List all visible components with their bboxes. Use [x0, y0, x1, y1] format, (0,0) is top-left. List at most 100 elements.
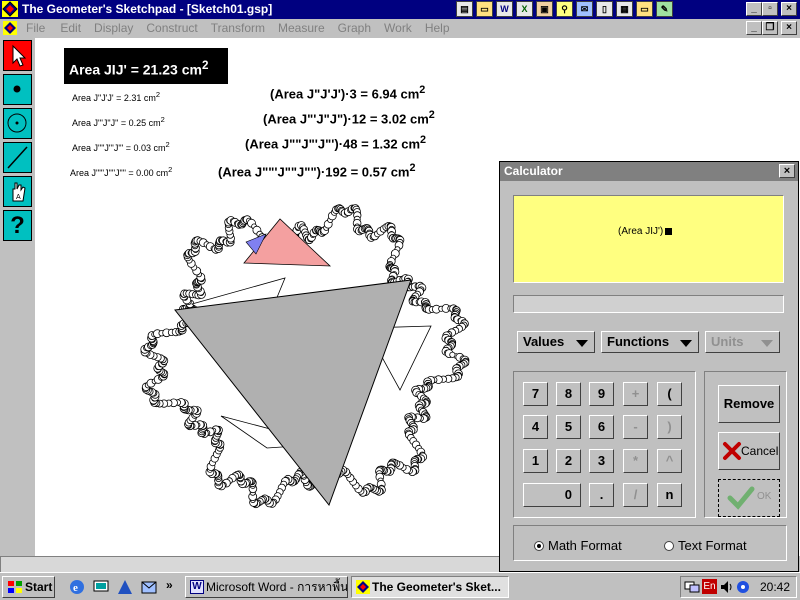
area-measurement-2[interactable]: Area J"'J"J" = 0.25 cm2 — [72, 115, 165, 128]
menu-edit[interactable]: Edit — [60, 21, 81, 35]
menu-transform[interactable]: Transform — [211, 21, 265, 35]
word-icon[interactable]: W — [496, 1, 513, 17]
selection-arrow-tool-icon[interactable] — [3, 40, 32, 71]
key-plus[interactable]: + — [623, 382, 648, 406]
main-area-measurement[interactable]: Area JIJ' = 21.23 cm2 — [64, 48, 228, 84]
excel-icon[interactable]: X — [516, 1, 533, 17]
key-open-paren[interactable]: ( — [657, 382, 682, 406]
area-measurement-3[interactable]: Area J""J"'J"' = 0.03 cm2 — [72, 140, 170, 153]
point-tool-icon[interactable] — [3, 74, 32, 105]
radio-unselected-icon — [664, 540, 674, 551]
key-decimal[interactable]: . — [589, 483, 614, 507]
key-0[interactable]: 0 — [523, 483, 581, 507]
key-5[interactable]: 5 — [556, 415, 581, 439]
menu-measure[interactable]: Measure — [278, 21, 325, 35]
open-folder-icon[interactable]: ▭ — [476, 1, 493, 17]
key-3[interactable]: 3 — [589, 449, 614, 473]
key-multiply[interactable]: * — [623, 449, 648, 473]
key-minus[interactable]: - — [623, 415, 648, 439]
minimize-button[interactable]: _ — [746, 2, 762, 16]
expression-text: (Area JIJ') — [618, 226, 664, 237]
menu-work[interactable]: Work — [384, 21, 412, 35]
key-2[interactable]: 2 — [556, 449, 581, 473]
doc-close-button[interactable]: × — [781, 21, 797, 35]
window-title-bar[interactable]: The Geometer's Sketchpad - [Sketch01.gsp… — [0, 0, 800, 19]
document-icon[interactable]: ▯ — [596, 1, 613, 17]
language-indicator[interactable]: En — [702, 579, 717, 594]
doc-restore-button[interactable]: ❐ — [762, 21, 778, 35]
cancel-button[interactable]: Cancel — [718, 432, 780, 470]
key-n[interactable]: n — [657, 483, 682, 507]
window-title: The Geometer's Sketchpad - [Sketch01.gsp… — [22, 2, 273, 16]
computed-measurement-4[interactable]: (Area J""'J""J"")·192 = 0.57 cm2 — [218, 162, 416, 179]
sketchpad-app-icon — [2, 1, 18, 17]
folder-icon[interactable]: ▭ — [636, 1, 653, 17]
units-dropdown[interactable]: Units — [705, 331, 780, 353]
search-icon[interactable]: ⚲ — [556, 1, 573, 17]
math-format-radio[interactable]: Math Format — [534, 538, 622, 553]
menu-help[interactable]: Help — [425, 21, 450, 35]
start-button[interactable]: Start — [2, 576, 55, 598]
straightedge-tool-icon[interactable] — [3, 142, 32, 173]
calculator-title-bar[interactable]: Calculator × — [500, 162, 798, 181]
remove-button[interactable]: Remove — [718, 385, 780, 423]
key-4[interactable]: 4 — [523, 415, 548, 439]
area-exponent-2: 2 — [160, 115, 165, 124]
network-icon[interactable] — [684, 580, 700, 594]
menu-display[interactable]: Display — [94, 21, 133, 35]
calculator-icon[interactable]: ▦ — [616, 1, 633, 17]
close-button[interactable]: × — [781, 2, 797, 16]
ok-button[interactable]: OK — [718, 479, 780, 517]
key-power[interactable]: ^ — [657, 449, 682, 473]
text-format-radio[interactable]: Text Format — [664, 538, 747, 553]
functions-dropdown[interactable]: Functions — [601, 331, 699, 353]
clock: 20:42 — [759, 580, 790, 594]
calculator-dialog: Calculator × (Area JIJ') Values Function… — [499, 161, 799, 572]
area-exponent-1: 2 — [155, 90, 161, 99]
help-tool-icon[interactable]: ? — [3, 210, 32, 241]
menu-graph[interactable]: Graph — [338, 21, 371, 35]
computed-exponent-2: 2 — [428, 109, 435, 121]
calculator-close-icon[interactable]: × — [779, 164, 795, 178]
channel-icon[interactable] — [116, 578, 134, 596]
speaker-status-icon[interactable] — [736, 580, 750, 594]
ie-icon[interactable]: e — [68, 578, 86, 596]
paint-icon[interactable]: ✎ — [656, 1, 673, 17]
area-measurement-1[interactable]: Area J"J'J' = 2.31 cm2 — [72, 90, 160, 103]
computed-measurement-2[interactable]: (Area J"'J"J")·12 = 3.02 cm2 — [263, 109, 435, 126]
key-1[interactable]: 1 — [523, 449, 548, 473]
format-panel: Math Format Text Format — [513, 525, 787, 561]
maximize-button[interactable]: ▫ — [762, 2, 778, 16]
key-6[interactable]: 6 — [589, 415, 614, 439]
text-hand-tool-icon[interactable]: A — [3, 176, 32, 207]
computed-measurement-3[interactable]: (Area J""J"'J"')·48 = 1.32 cm2 — [245, 134, 426, 151]
key-7[interactable]: 7 — [523, 382, 548, 406]
powerpoint-icon[interactable]: ▣ — [536, 1, 553, 17]
compass-tool-icon[interactable] — [3, 108, 32, 139]
values-dropdown[interactable]: Values — [517, 331, 595, 353]
windows-logo-icon — [8, 581, 22, 593]
key-9[interactable]: 9 — [589, 382, 614, 406]
area-measurement-4[interactable]: Area J""'J""J"" = 0.00 cm2 — [70, 165, 172, 178]
notepad-icon[interactable]: ▤ — [456, 1, 473, 17]
key-close-paren[interactable]: ) — [657, 415, 682, 439]
task-sketchpad-label: The Geometer's Sket... — [372, 580, 501, 594]
computed-exponent-3: 2 — [420, 134, 427, 146]
task-word[interactable]: W Microsoft Word - การหาพื้น... — [185, 576, 348, 598]
computed-measurement-1[interactable]: (Area J"J'J')·3 = 6.94 cm2 — [270, 84, 425, 101]
desktop-icon[interactable] — [92, 578, 110, 596]
mail-icon[interactable]: ✉ — [576, 1, 593, 17]
calculator-title: Calculator — [504, 164, 563, 178]
key-8[interactable]: 8 — [556, 382, 581, 406]
menu-construct[interactable]: Construct — [146, 21, 197, 35]
functions-dropdown-label: Functions — [607, 334, 670, 349]
document-window-icon[interactable] — [3, 21, 17, 35]
key-divide[interactable]: / — [623, 483, 648, 507]
calculator-display[interactable]: (Area JIJ') — [513, 195, 784, 283]
quicklaunch-chevron[interactable]: » — [166, 578, 173, 592]
doc-minimize-button[interactable]: _ — [746, 21, 762, 35]
volume-icon[interactable] — [720, 580, 734, 594]
outlook-icon[interactable] — [140, 578, 158, 596]
menu-file[interactable]: File — [26, 21, 45, 35]
task-sketchpad[interactable]: The Geometer's Sket... — [351, 576, 509, 598]
